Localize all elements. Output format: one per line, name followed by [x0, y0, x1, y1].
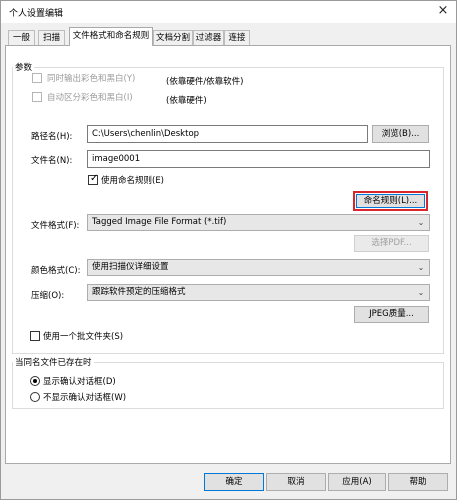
chevron-down-icon: ⌄: [417, 218, 425, 227]
tab-filters[interactable]: 过滤器: [193, 30, 224, 45]
browse-button[interactable]: 浏览(B)...: [372, 125, 429, 143]
naming-rule-button[interactable]: 命名规则(L)...: [356, 194, 425, 208]
jpeg-quality-button[interactable]: JPEG质量...: [354, 306, 429, 323]
auto-separate-checkbox[interactable]: [32, 92, 42, 102]
cancel-button[interactable]: 取消: [266, 473, 326, 491]
path-input[interactable]: C:\Users\chenlin\Desktop: [87, 125, 368, 143]
color-format-select[interactable]: 使用扫描仪详细设置 ⌄: [87, 259, 430, 276]
tab-scan[interactable]: 扫描: [38, 30, 65, 45]
compression-select[interactable]: 跟踪软件预定的压缩格式 ⌄: [87, 284, 430, 301]
tab-doc-split[interactable]: 文档分割: [153, 30, 193, 45]
title-bar: [1, 1, 456, 23]
no-confirm-radio[interactable]: [30, 392, 40, 402]
no-confirm-label: 不显示确认对话框(W): [43, 393, 127, 403]
color-bw-note: (依靠硬件/依靠软件): [166, 77, 244, 87]
batch-folder-checkbox[interactable]: [30, 331, 40, 341]
color-bw-checkbox[interactable]: [32, 73, 42, 83]
ok-button[interactable]: 确定: [204, 473, 264, 491]
file-exists-group-label: 当同名文件已存在时: [13, 356, 94, 368]
file-format-value: Tagged Image File Format (*.tif): [92, 217, 227, 227]
tab-connection[interactable]: 连接: [224, 30, 250, 45]
help-button[interactable]: 帮助: [388, 473, 448, 491]
close-icon[interactable]: ×: [436, 4, 450, 18]
params-group-label: 参数: [13, 61, 35, 73]
apply-button[interactable]: 应用(A): [328, 473, 386, 491]
use-naming-rule-label: 使用命名规则(E): [101, 176, 165, 186]
use-naming-rule-checkbox[interactable]: ✓: [88, 173, 99, 185]
show-confirm-label: 显示确认对话框(D): [43, 377, 116, 387]
color-bw-label: 同时输出彩色和黑白(Y): [47, 74, 136, 84]
show-confirm-radio[interactable]: [30, 376, 40, 386]
path-label: 路径名(H):: [31, 132, 73, 142]
filename-input[interactable]: image0001: [87, 150, 430, 168]
file-format-label: 文件格式(F):: [31, 221, 80, 231]
compression-label: 压缩(O):: [31, 291, 65, 301]
filename-label: 文件名(N):: [31, 156, 73, 166]
tab-general[interactable]: 一般: [8, 30, 35, 45]
compression-value: 跟踪软件预定的压缩格式: [92, 287, 186, 297]
file-format-select[interactable]: Tagged Image File Format (*.tif) ⌄: [87, 214, 430, 231]
radio-selected-dot: [33, 379, 37, 383]
checkmark-icon: ✓: [90, 173, 99, 184]
chevron-down-icon: ⌄: [417, 288, 425, 297]
color-format-label: 颜色格式(C):: [31, 266, 81, 276]
batch-folder-label: 使用一个批文件夹(S): [43, 332, 124, 342]
auto-separate-label: 自动区分彩色和黑白(I): [47, 93, 133, 103]
auto-separate-note: (依靠硬件): [166, 96, 207, 106]
select-pdf-button[interactable]: 选择PDF...: [354, 235, 429, 252]
window-title: 个人设置编辑: [9, 9, 64, 19]
tab-file-format-naming[interactable]: 文件格式和命名规则: [69, 27, 153, 46]
chevron-down-icon: ⌄: [417, 263, 425, 272]
color-format-value: 使用扫描仪详细设置: [92, 262, 169, 272]
